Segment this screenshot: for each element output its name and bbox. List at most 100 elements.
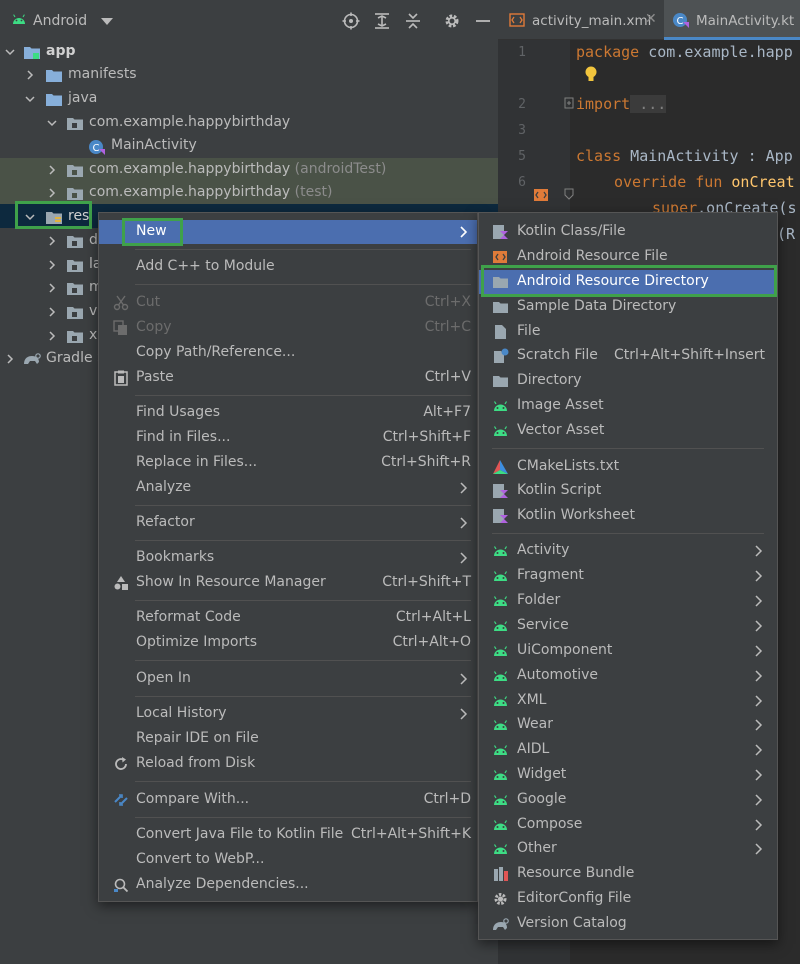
submenu-item-kotlin-worksheet[interactable]: Kotlin Worksheet	[479, 504, 777, 528]
menu-item-find-usages[interactable]: Find Usages Alt+F7	[99, 401, 477, 425]
submenu-item-google[interactable]: Google	[479, 788, 777, 812]
locate-icon[interactable]	[342, 12, 360, 30]
menu-item-paste[interactable]: Paste Ctrl+V	[99, 366, 477, 390]
submenu-item-xml[interactable]: XML	[479, 689, 777, 713]
menu-item-cut[interactable]: Cut Ctrl+X	[99, 291, 477, 315]
tab-label: MainActivity.kt	[696, 13, 795, 29]
menu-item-bookmarks[interactable]: Bookmarks	[99, 546, 477, 570]
chevron-right-icon[interactable]	[46, 282, 58, 294]
chevron-down-icon[interactable]	[4, 46, 16, 58]
scratch-file-icon	[494, 348, 509, 363]
tree-item-app[interactable]: app	[0, 40, 498, 64]
submenu-item-aidl[interactable]: AIDL	[479, 738, 777, 762]
fold-icon[interactable]	[564, 188, 574, 200]
chevron-right-icon[interactable]	[4, 353, 16, 365]
submenu-item-widget[interactable]: Widget	[479, 763, 777, 787]
chevron-right-icon[interactable]	[46, 330, 58, 342]
line-number: 1	[518, 45, 526, 60]
chevron-right-icon[interactable]	[46, 187, 58, 199]
menu-item-open-in[interactable]: Open In	[99, 667, 477, 691]
tree-item-label: app	[46, 43, 76, 59]
layout-gutter-icon[interactable]	[532, 186, 550, 204]
tree-item-package-androidtest[interactable]: com.example.happybirthday (androidTest)	[0, 158, 498, 182]
chevron-down-icon[interactable]	[24, 93, 36, 105]
tree-item-label: com.example.happybirthday	[89, 114, 291, 130]
submenu-item-scratch-file[interactable]: Scratch File Ctrl+Alt+Shift+Insert	[479, 344, 777, 368]
new-highlight-box	[122, 218, 183, 246]
menu-item-replace-in-files[interactable]: Replace in Files... Ctrl+Shift+R	[99, 451, 477, 475]
line-number: 2	[518, 97, 526, 112]
reload-icon	[115, 757, 127, 770]
gear-icon[interactable]	[443, 12, 461, 30]
submenu-item-service[interactable]: Service	[479, 614, 777, 638]
menu-item-add-cpp[interactable]: Add C++ to Module	[99, 255, 477, 279]
close-tab-icon[interactable]: ✕	[645, 11, 657, 27]
submenu-item-wear[interactable]: Wear	[479, 713, 777, 737]
tree-item-mainactivity[interactable]: C MainActivity	[0, 134, 498, 158]
tab-mainactivity-kt[interactable]: C MainActivity.kt	[664, 0, 800, 40]
menu-item-reformat-code[interactable]: Reformat Code Ctrl+Alt+L	[99, 606, 477, 630]
project-view-selector[interactable]: Android	[33, 13, 87, 29]
tab-activity-main-xml[interactable]: activity_main.xml ✕	[498, 0, 664, 40]
menu-item-local-history[interactable]: Local History	[99, 702, 477, 726]
chevron-down-icon[interactable]	[46, 117, 58, 129]
menu-item-analyze-dependencies[interactable]: Analyze Dependencies...	[99, 873, 477, 897]
package-icon	[67, 118, 83, 130]
menu-item-repair-ide[interactable]: Repair IDE on File	[99, 727, 477, 751]
unfold-icon[interactable]	[564, 97, 574, 109]
submenu-item-sample-data-directory[interactable]: Sample Data Directory	[479, 295, 777, 319]
chevron-right-icon[interactable]	[46, 235, 58, 247]
menu-item-find-in-files[interactable]: Find in Files... Ctrl+Shift+F	[99, 426, 477, 450]
chevron-right-icon[interactable]	[24, 69, 36, 81]
menu-item-analyze[interactable]: Analyze	[99, 476, 477, 500]
line-number: 3	[518, 123, 526, 138]
submenu-item-cmakelists[interactable]: CMakeLists.txt	[479, 455, 777, 479]
folder-icon	[493, 302, 508, 313]
resource-file-icon	[493, 251, 507, 263]
submenu-arrow-icon	[755, 843, 763, 855]
submenu-item-compose[interactable]: Compose	[479, 813, 777, 837]
tree-item-manifests[interactable]: manifests	[0, 63, 498, 87]
submenu-arrow-icon	[755, 819, 763, 831]
tree-item-java[interactable]: java	[0, 87, 498, 111]
submenu-item-resource-bundle[interactable]: Resource Bundle	[479, 862, 777, 886]
menu-item-convert-to-webp[interactable]: Convert to WebP...	[99, 848, 477, 872]
menu-item-show-in-resource-manager[interactable]: Show In Resource Manager Ctrl+Shift+T	[99, 571, 477, 595]
submenu-item-fragment[interactable]: Fragment	[479, 564, 777, 588]
menu-item-optimize-imports[interactable]: Optimize Imports Ctrl+Alt+O	[99, 631, 477, 655]
chevron-down-icon[interactable]	[101, 18, 113, 25]
submenu-item-kotlin-script[interactable]: Kotlin Script	[479, 479, 777, 503]
menu-item-refactor[interactable]: Refactor	[99, 511, 477, 535]
lightbulb-icon[interactable]	[584, 65, 598, 83]
menu-item-reload-from-disk[interactable]: Reload from Disk	[99, 752, 477, 776]
android-icon	[493, 770, 508, 780]
tree-item-label: java	[68, 90, 98, 106]
menu-item-compare-with[interactable]: Compare With... Ctrl+D	[99, 788, 477, 812]
code-line: package com.example.happ	[576, 43, 793, 61]
submenu-item-directory[interactable]: Directory	[479, 369, 777, 393]
gradle-icon	[493, 918, 509, 930]
submenu-item-vector-asset[interactable]: Vector Asset	[479, 419, 777, 443]
submenu-item-editorconfig[interactable]: EditorConfig File	[479, 887, 777, 911]
submenu-arrow-icon	[755, 645, 763, 657]
chevron-right-icon[interactable]	[46, 306, 58, 318]
menu-item-copy-path[interactable]: Copy Path/Reference...	[99, 341, 477, 365]
submenu-item-kotlin-class[interactable]: Kotlin Class/File	[479, 220, 777, 244]
submenu-item-activity[interactable]: Activity	[479, 539, 777, 563]
submenu-item-other[interactable]: Other	[479, 837, 777, 861]
menu-item-convert-java-to-kotlin[interactable]: Convert Java File to Kotlin File Ctrl+Al…	[99, 823, 477, 847]
submenu-item-image-asset[interactable]: Image Asset	[479, 394, 777, 418]
chevron-right-icon[interactable]	[46, 164, 58, 176]
submenu-item-automotive[interactable]: Automotive	[479, 664, 777, 688]
menu-item-copy[interactable]: Copy Ctrl+C	[99, 316, 477, 340]
submenu-item-file[interactable]: File	[479, 320, 777, 344]
expand-all-icon[interactable]	[373, 12, 391, 30]
submenu-item-uicomponent[interactable]: UiComponent	[479, 639, 777, 663]
submenu-item-version-catalog[interactable]: Version Catalog	[479, 912, 777, 936]
submenu-item-folder[interactable]: Folder	[479, 589, 777, 613]
tree-item-package[interactable]: com.example.happybirthday	[0, 111, 498, 135]
chevron-right-icon[interactable]	[46, 259, 58, 271]
collapse-all-icon[interactable]	[404, 12, 422, 30]
hide-panel-icon[interactable]	[474, 12, 492, 30]
copy-icon	[113, 320, 127, 335]
